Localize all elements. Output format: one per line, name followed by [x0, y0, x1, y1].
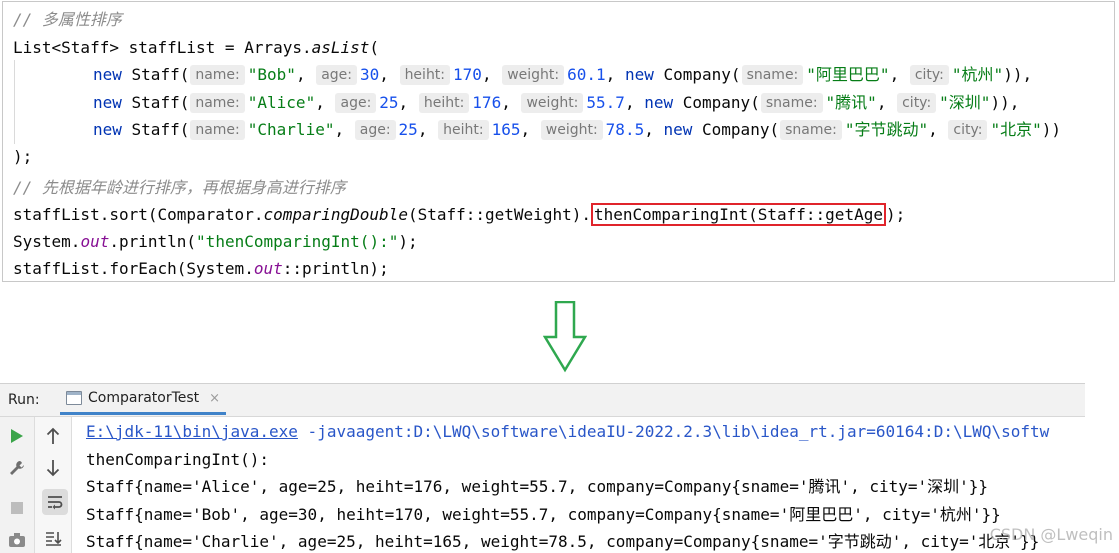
- param-hint-name: name:: [190, 93, 245, 113]
- param-hint-city: city:: [948, 120, 988, 140]
- param-hint-age: age:: [335, 93, 377, 113]
- stop-icon[interactable]: [6, 497, 28, 519]
- console-output[interactable]: E:\jdk-11\bin\java.exe -javaagent:D:\LWQ…: [86, 417, 1085, 553]
- run-label: Run:: [8, 392, 40, 408]
- code-editor[interactable]: // 多属性排序 List<Staff> staffList = Arrays.…: [2, 1, 1115, 282]
- down-arrow-icon: [543, 301, 587, 373]
- param-hint-city: city:: [909, 65, 949, 85]
- code-line-println: System.out.println("thenComparingInt():"…: [13, 232, 418, 251]
- run-config-icon: [66, 391, 82, 405]
- param-hint-name: name:: [190, 120, 245, 140]
- param-hint-heiht: heiht:: [418, 93, 470, 113]
- camera-icon[interactable]: [6, 529, 28, 551]
- soft-wrap-icon[interactable]: [42, 489, 68, 515]
- rerun-icon[interactable]: [6, 425, 28, 447]
- run-toolbar-secondary: [35, 417, 72, 553]
- code-line-staff-charlie: new Staff(name: "Charlie", age: 25, heiht:…: [93, 120, 1061, 140]
- console-command-line: E:\jdk-11\bin\java.exe -javaagent:D:\LWQ…: [86, 422, 1050, 441]
- console-line: Staff{name='Bob', age=30, heiht=170, wei…: [86, 505, 1001, 524]
- tab-title: ComparatorTest: [88, 390, 200, 406]
- console-line: Staff{name='Charlie', age=25, heiht=165,…: [86, 532, 1040, 551]
- param-hint-sname: sname:: [741, 65, 804, 85]
- scroll-to-end-icon[interactable]: [42, 527, 64, 549]
- param-hint-weight: weight:: [540, 120, 603, 140]
- param-hint-weight: weight:: [521, 93, 584, 113]
- close-tab-icon[interactable]: ×: [209, 391, 220, 406]
- code-comment-sort-order: // 先根据年龄进行排序，再根据身高进行排序: [13, 178, 346, 197]
- param-hint-city: city:: [897, 93, 937, 113]
- code-line-close: );: [13, 147, 33, 166]
- wrench-icon[interactable]: [6, 457, 28, 479]
- param-hint-sname: sname:: [760, 93, 823, 113]
- run-panel-header: Run: ComparatorTest ×: [0, 384, 1085, 417]
- watermark: CSDN @Lweqin: [989, 525, 1113, 544]
- java-exe-link[interactable]: E:\jdk-11\bin\java.exe: [86, 422, 298, 441]
- arrow-down-icon[interactable]: [42, 457, 64, 479]
- code-line-sort: staffList.sort(Comparator.comparingDoubl…: [13, 203, 906, 226]
- run-toolbar-primary: [0, 417, 35, 553]
- console-line: Staff{name='Alice', age=25, heiht=176, w…: [86, 477, 989, 496]
- param-hint-weight: weight:: [502, 65, 565, 85]
- param-hint-age: age:: [316, 65, 358, 85]
- code-line-list-decl: List<Staff> staffList = Arrays.asList(: [13, 38, 380, 57]
- tab-comparator-test[interactable]: ComparatorTest ×: [60, 384, 227, 415]
- console-line: thenComparingInt():: [86, 450, 270, 469]
- run-tool-window: Run: ComparatorTest × E:\jdk-11\bin\java…: [0, 383, 1085, 553]
- arrow-up-icon[interactable]: [42, 425, 64, 447]
- param-hint-sname: sname:: [780, 120, 842, 140]
- param-hint-name: name:: [190, 65, 245, 85]
- code-line-staff-alice: new Staff(name: "Alice", age: 25, heiht: 17…: [93, 93, 1020, 113]
- param-hint-heiht: heiht:: [399, 65, 451, 85]
- highlight-then-comparing-int: thenComparingInt(Staff::getAge: [590, 203, 886, 226]
- code-comment-multi-sort: // 多属性排序: [13, 10, 122, 29]
- param-hint-heiht: heiht:: [438, 120, 489, 140]
- code-line-staff-bob: new Staff(name: "Bob", age: 30, heiht: 170,…: [93, 65, 1033, 85]
- code-line-foreach: staffList.forEach(System.out::println);: [13, 259, 389, 278]
- param-hint-age: age:: [354, 120, 396, 140]
